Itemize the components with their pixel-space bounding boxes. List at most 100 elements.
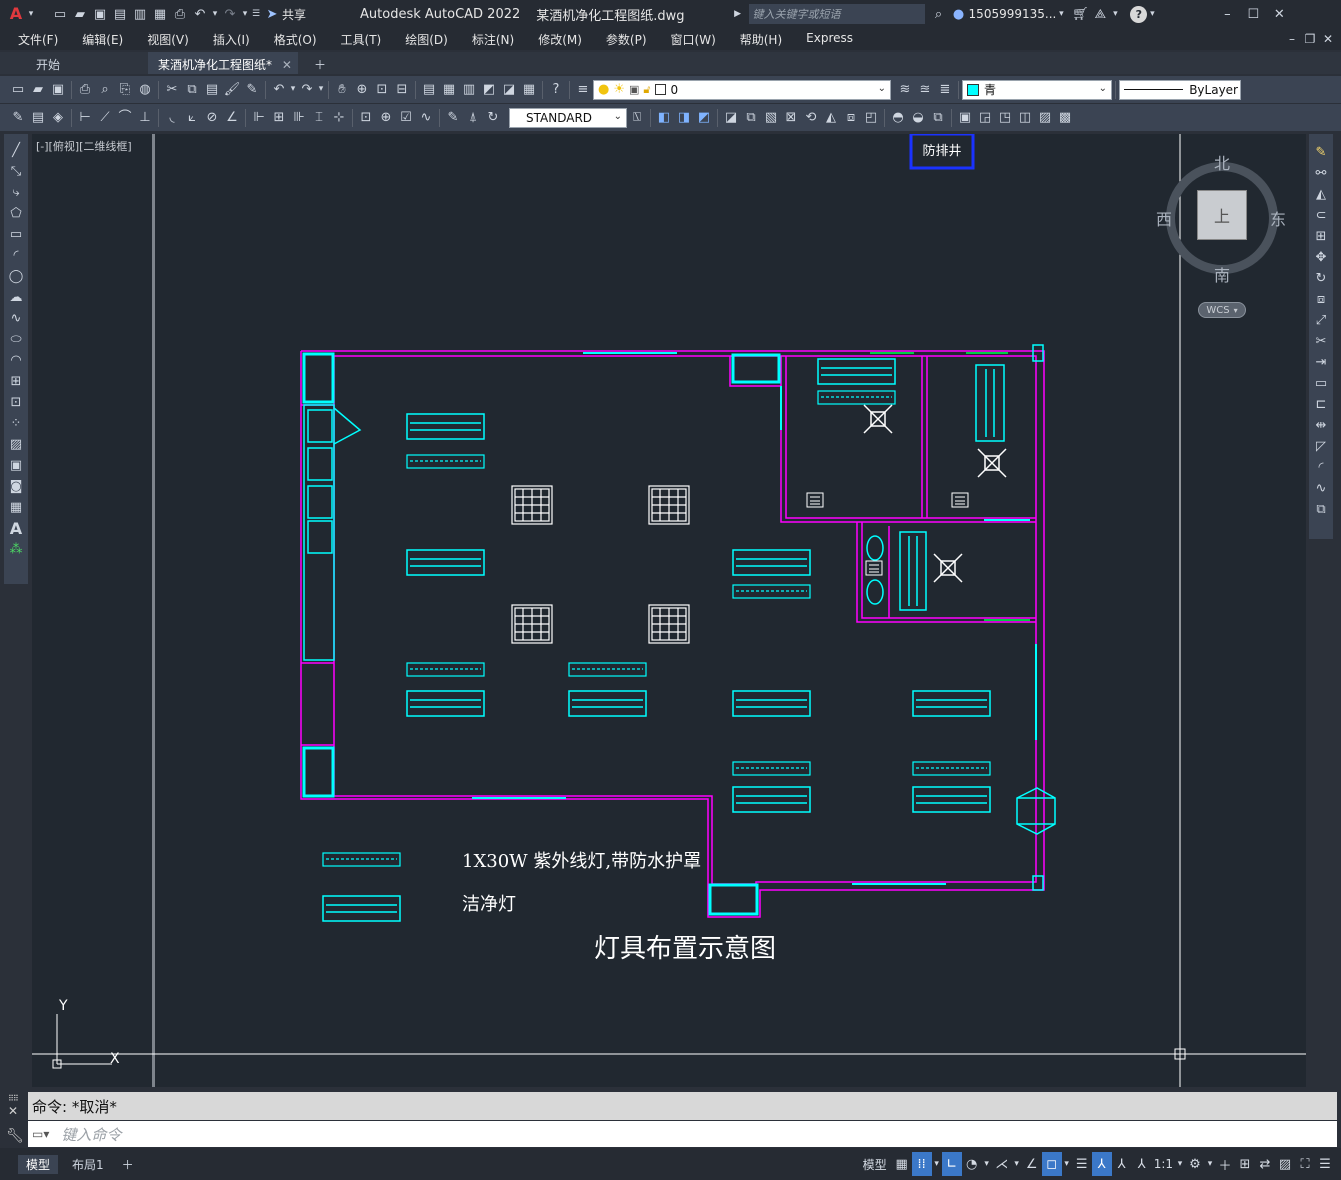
- zoom-previous-icon[interactable]: ⊟: [392, 80, 412, 100]
- osnap-dropdown-icon[interactable]: ▾: [1062, 1152, 1072, 1176]
- dim-break-icon[interactable]: ⊹: [329, 108, 349, 128]
- linetype-dropdown[interactable]: ByLayer: [1119, 79, 1241, 100]
- color-faces-icon[interactable]: ◰: [861, 108, 881, 128]
- save-icon[interactable]: ▣: [90, 4, 110, 24]
- dim-continue-icon[interactable]: ⊪: [289, 108, 309, 128]
- workspace-gear-icon[interactable]: ⚙: [1185, 1152, 1205, 1176]
- add-layout-button[interactable]: ＋: [116, 1155, 140, 1174]
- dim-aligned-icon[interactable]: ⟋: [95, 108, 115, 128]
- layer-viewport-freeze-icon[interactable]: ▣: [629, 83, 639, 96]
- undo-tb-icon[interactable]: ↶: [269, 80, 289, 100]
- copy-icon[interactable]: ⧉: [182, 80, 202, 100]
- polyline-icon[interactable]: ⤷: [4, 182, 28, 203]
- tab-document[interactable]: 某酒机净化工程图纸* ✕: [148, 52, 298, 74]
- connect-dropdown-icon[interactable]: ▾: [1110, 4, 1120, 24]
- delete-faces-icon[interactable]: ⊠: [781, 108, 801, 128]
- add-selected-icon[interactable]: ⁂: [4, 539, 28, 560]
- command-grip-icon[interactable]: ⠿⠿: [8, 1094, 19, 1103]
- imprint-icon[interactable]: ◓: [888, 108, 908, 128]
- offset-icon[interactable]: ⊂: [1309, 205, 1333, 226]
- open-icon[interactable]: ▰: [28, 80, 48, 100]
- circle-icon[interactable]: ◯: [4, 266, 28, 287]
- dim-diameter-icon[interactable]: ⊘: [202, 108, 222, 128]
- 3dprint-icon[interactable]: ◍: [135, 80, 155, 100]
- viewcube-top-face[interactable]: 上: [1197, 190, 1247, 240]
- ellipse-icon[interactable]: ⬭: [4, 329, 28, 350]
- separate-icon[interactable]: ⧉: [928, 108, 948, 128]
- command-input[interactable]: ▭▾ 键入命令: [28, 1121, 1337, 1147]
- viewcube-east[interactable]: 东: [1270, 206, 1286, 230]
- slice-icon[interactable]: ▨: [1035, 108, 1055, 128]
- region-icon[interactable]: ◙: [4, 476, 28, 497]
- viewcube-west[interactable]: 西: [1156, 206, 1172, 230]
- snap-dropdown-icon[interactable]: ▾: [932, 1152, 942, 1176]
- menu-view[interactable]: 视图(V): [135, 31, 201, 48]
- autocad-logo-icon[interactable]: A: [6, 4, 26, 24]
- cloud-open-icon[interactable]: ▥: [130, 4, 150, 24]
- dim-baseline-icon[interactable]: ⊞: [269, 108, 289, 128]
- autodesk-connect-icon[interactable]: ⟁: [1090, 4, 1110, 24]
- sheetset-icon[interactable]: ◩: [479, 80, 499, 100]
- user-dropdown-icon[interactable]: ▾: [1056, 4, 1066, 24]
- wcs-menu[interactable]: WCS ▾: [1198, 302, 1246, 318]
- ellipse-arc-icon[interactable]: ◠: [4, 350, 28, 371]
- match-properties-icon[interactable]: 🖌︎: [222, 80, 242, 100]
- object-snap-tracking-icon[interactable]: ∠: [1022, 1152, 1042, 1176]
- polar-icon[interactable]: ◔: [962, 1152, 982, 1176]
- quickcalc-icon[interactable]: ▦: [519, 80, 539, 100]
- layer-states-icon[interactable]: ▤: [28, 108, 48, 128]
- tab-close-icon[interactable]: ✕: [282, 58, 292, 72]
- save-tb-icon[interactable]: ▣: [48, 80, 68, 100]
- user-name[interactable]: 1505999135...: [969, 7, 1057, 21]
- trim-icon[interactable]: ✂: [1309, 331, 1333, 352]
- ortho-icon[interactable]: ∟: [941, 1152, 962, 1176]
- insert-block-icon[interactable]: ⊞: [4, 371, 28, 392]
- dim-angular-icon[interactable]: ∠: [222, 108, 242, 128]
- break-icon[interactable]: ⊏: [1309, 394, 1333, 415]
- scale-icon[interactable]: ⧈: [1309, 289, 1333, 310]
- help-icon[interactable]: ?: [1130, 5, 1148, 23]
- markup-icon[interactable]: ◪: [499, 80, 519, 100]
- extrude-faces-icon[interactable]: ◪: [721, 108, 741, 128]
- array-icon[interactable]: ⊞: [1309, 226, 1333, 247]
- paste-icon[interactable]: ▤: [202, 80, 222, 100]
- dim-jogged-icon[interactable]: ⟀: [182, 108, 202, 128]
- share-button[interactable]: 共享: [282, 6, 306, 23]
- customization-icon[interactable]: ☰: [1315, 1152, 1335, 1176]
- make-block-icon[interactable]: ⊡: [4, 392, 28, 413]
- qnew-icon[interactable]: ▭: [8, 80, 28, 100]
- expand-search-icon[interactable]: ▶: [729, 4, 747, 24]
- print-icon[interactable]: ⎙: [170, 4, 190, 24]
- units-icon[interactable]: ⊞: [1235, 1152, 1255, 1176]
- chevron-down-icon[interactable]: ▾: [26, 4, 36, 24]
- move-icon[interactable]: ✥: [1309, 247, 1333, 268]
- offset-faces-icon[interactable]: ▧: [761, 108, 781, 128]
- design-center-icon[interactable]: ▦: [439, 80, 459, 100]
- close-icon[interactable]: ✕: [1269, 4, 1289, 24]
- search-icon[interactable]: ⌕: [929, 4, 949, 24]
- open-file-icon[interactable]: ▰: [70, 4, 90, 24]
- new-file-icon[interactable]: ▭: [50, 4, 70, 24]
- menu-draw[interactable]: 绘图(D): [393, 31, 460, 48]
- join-icon[interactable]: ⇹: [1309, 415, 1333, 436]
- command-customize-icon[interactable]: 🔧︎: [6, 1128, 24, 1144]
- break-at-point-icon[interactable]: ▭: [1309, 373, 1333, 394]
- center-mark-icon[interactable]: ⊕: [376, 108, 396, 128]
- mirror-icon[interactable]: ◭: [1309, 184, 1333, 205]
- erase-icon[interactable]: ✎: [1309, 142, 1333, 163]
- zoom-window-icon[interactable]: ⊡: [372, 80, 392, 100]
- polygon-icon[interactable]: ⬠: [4, 203, 28, 224]
- lineweight-icon[interactable]: ☰: [1072, 1152, 1092, 1176]
- share-icon[interactable]: ➤: [262, 4, 282, 24]
- gradient-icon[interactable]: ▣: [4, 455, 28, 476]
- table-icon[interactable]: ▦: [4, 497, 28, 518]
- dim-space-icon[interactable]: ⌶: [309, 108, 329, 128]
- viewcube[interactable]: 上 北 南 西 东: [1156, 154, 1290, 285]
- help-tb-icon[interactable]: ?: [546, 80, 566, 100]
- dim-update-icon[interactable]: ↻: [483, 108, 503, 128]
- copy-faces-icon[interactable]: ⧈: [841, 108, 861, 128]
- viewcube-south[interactable]: 南: [1214, 262, 1230, 286]
- redo-tb-icon[interactable]: ↷: [297, 80, 317, 100]
- layer-dropdown-arrow-icon[interactable]: ⌄: [878, 83, 886, 94]
- redo-tb-dropdown-icon[interactable]: ▾: [317, 80, 325, 100]
